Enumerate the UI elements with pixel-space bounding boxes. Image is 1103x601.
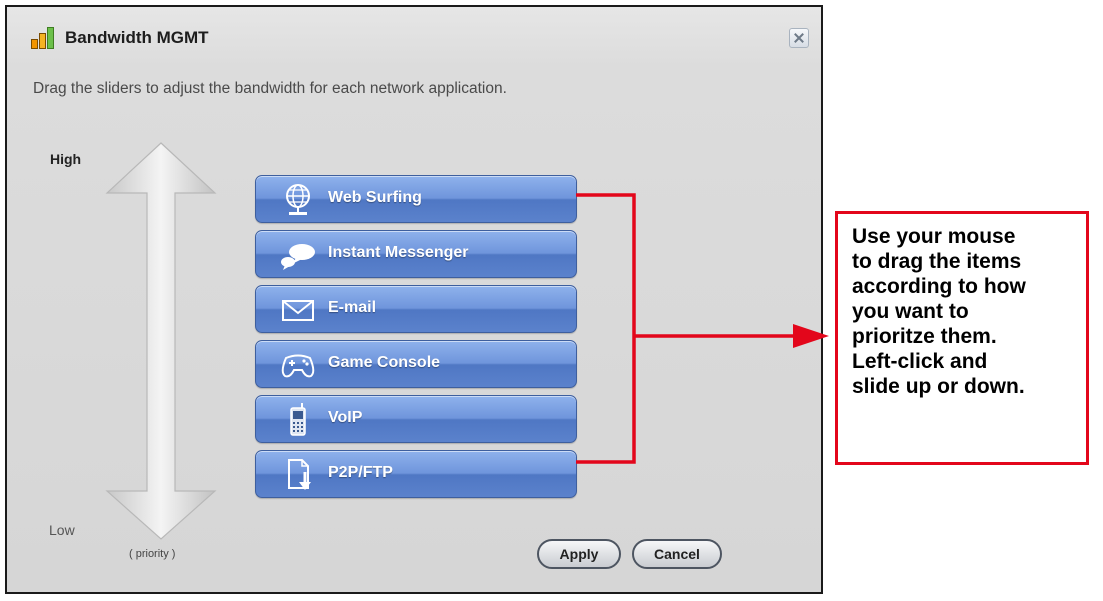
callout-line: according to how [852,275,1026,298]
callout-line: slide up or down. [852,375,1025,398]
callout-line: Use your mouse [852,225,1016,248]
callout-line: Left-click and [852,350,988,373]
callout-line: to drag the items [852,250,1022,273]
callout-line: prioritze them. [852,325,997,348]
callout-box: Use your mouse to drag the items accordi… [835,211,1089,465]
callout-line: you want to [852,300,969,323]
